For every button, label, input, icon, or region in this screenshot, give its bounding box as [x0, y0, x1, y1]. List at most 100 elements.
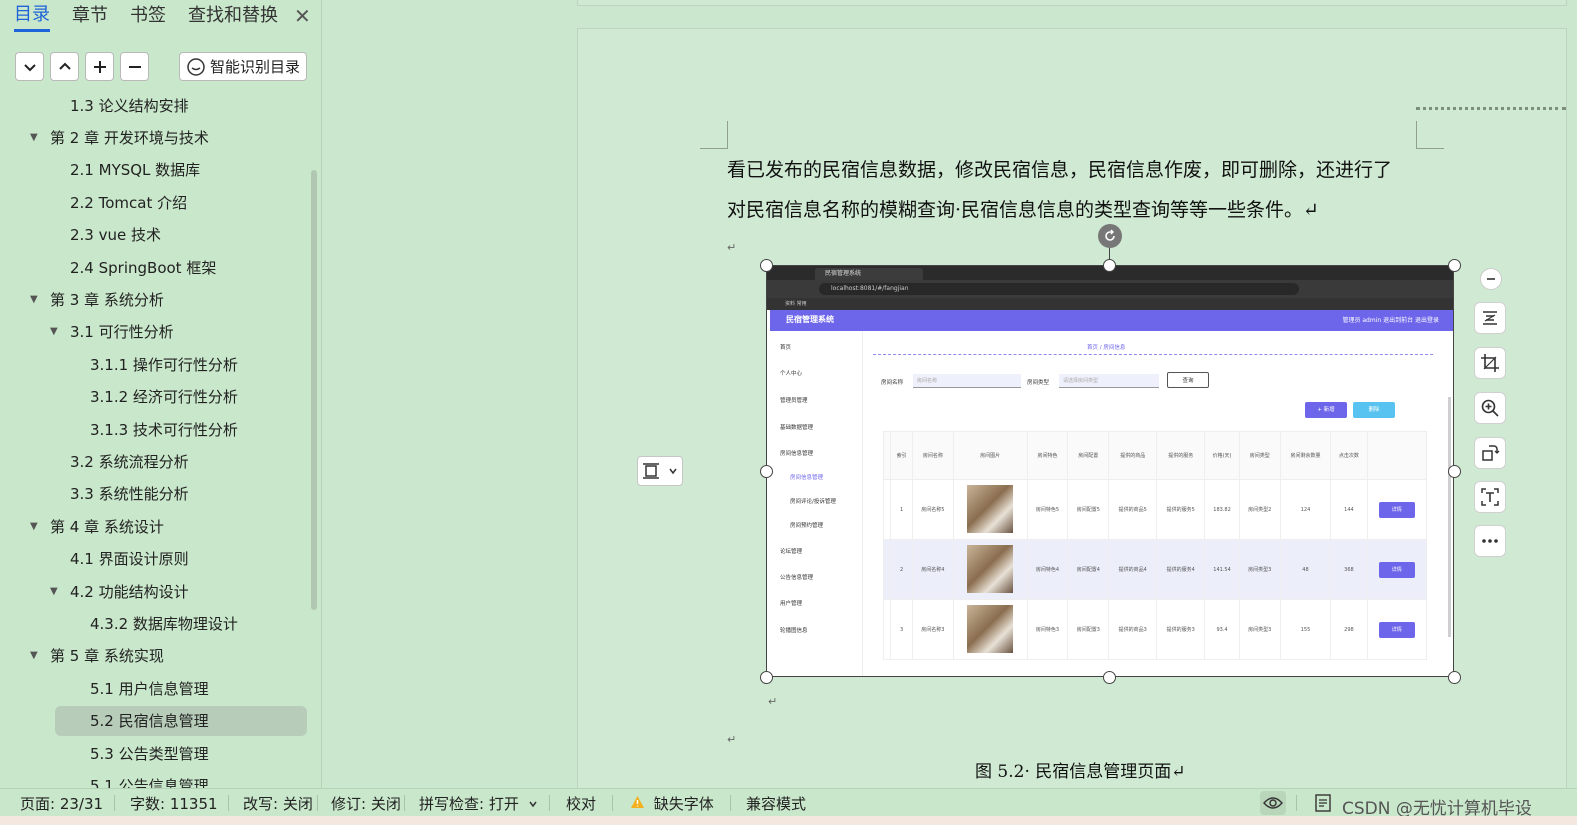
divider: [317, 795, 318, 811]
toc-item[interactable]: 3.2 系统流程分析: [70, 446, 189, 476]
paragraph-line-1[interactable]: 看已发布的民宿信息数据，修改民宿信息，民宿信息作废，即可删除，还进行了: [727, 155, 1392, 182]
toc-item[interactable]: ▼ 第 3 章 系统分析: [30, 284, 164, 314]
divider: [612, 795, 613, 811]
text-wrap-button[interactable]: [637, 456, 683, 486]
expand-toggle-icon[interactable]: ▼: [30, 294, 42, 305]
toc-item[interactable]: ▼ 第 2 章 开发环境与技术: [30, 122, 209, 152]
figure-caption[interactable]: 图 5.2· 民宿信息管理页面↵: [975, 757, 1186, 782]
compat-mode: 兼容模式: [746, 795, 807, 813]
table-cell: 房间名称3: [911, 599, 954, 660]
resize-handle[interactable]: [1448, 671, 1461, 684]
toc-item[interactable]: 3.1.1 操作可行性分析: [90, 349, 238, 379]
toc-item[interactable]: 2.1 MYSQL 数据库: [70, 155, 200, 185]
divider: [1296, 795, 1297, 811]
navigation-pane: 目录 章节 书签 查找和替换 ✕ 智能识别目录 1.3 论义结构安排 ▼ 第 2 章…: [0, 0, 322, 788]
expand-toggle-icon[interactable]: ▼: [30, 650, 42, 661]
table-header-cell: 点击次数: [1330, 431, 1368, 480]
remove-heading-button[interactable]: [120, 52, 149, 81]
toc-item[interactable]: 5.1 用户信息管理: [90, 673, 209, 703]
warning-icon: [631, 796, 644, 808]
toc-item-label: 第 3 章 系统分析: [50, 290, 164, 309]
ocr-text-icon: [1481, 488, 1499, 506]
toc-item[interactable]: 2.3 vue 技术: [70, 220, 161, 250]
proofread-button[interactable]: 校对: [566, 793, 596, 814]
overtype-toggle[interactable]: 改写: 关闭: [243, 793, 313, 814]
table-header-cell: 房间名称: [911, 431, 954, 480]
toc-item-label: 5.1 用户信息管理: [90, 679, 209, 698]
browser-address-bar: localhost:8081/#/fangjian: [767, 280, 1453, 298]
tab-chapters[interactable]: 章节: [72, 2, 108, 30]
toc-item[interactable]: 5.3 公告类型管理: [90, 738, 209, 768]
page-indicator[interactable]: 页面: 23/31: [20, 793, 103, 814]
revision-toggle[interactable]: 修订: 关闭: [331, 793, 401, 814]
word-count[interactable]: 字数: 11351: [130, 793, 218, 814]
toc-item[interactable]: 2.2 Tomcat 介绍: [70, 187, 187, 217]
embedded-screenshot[interactable]: 民宿管理系统 localhost:8081/#/fangjian 资料 常用 民…: [766, 265, 1454, 677]
toc-item[interactable]: 1.3 论义结构安排: [70, 92, 189, 120]
toc-item[interactable]: 3.3 系统性能分析: [70, 479, 189, 509]
chevron-down-icon: [669, 468, 677, 475]
resize-handle[interactable]: [1103, 671, 1116, 684]
zoom-button[interactable]: [1474, 392, 1506, 424]
crop-button[interactable]: [1474, 347, 1506, 379]
toc-item[interactable]: 4.1 界面设计原则: [70, 544, 189, 574]
layout-options-button[interactable]: [1474, 302, 1506, 334]
toc-item[interactable]: ▼ 第 5 章 系统实现: [30, 641, 164, 671]
tab-find-replace[interactable]: 查找和替换: [188, 2, 278, 30]
close-icon[interactable]: ✕: [294, 4, 311, 28]
spellcheck-toggle[interactable]: 拼写检查: 打开: [419, 793, 538, 814]
resize-handle[interactable]: [1448, 465, 1461, 478]
collapse-up-button[interactable]: [50, 52, 79, 81]
page-view-icon[interactable]: [1310, 791, 1336, 815]
table-cell: 1: [890, 479, 913, 540]
toc-item[interactable]: ▼ 4.2 功能结构设计: [50, 576, 189, 606]
room-image-cell: [952, 539, 1028, 600]
resize-handle[interactable]: [760, 671, 773, 684]
toc-item[interactable]: 5.1 公告信息管理: [90, 770, 209, 788]
app-header: 民宿管理系统 管理员 admin 退出到前台 退出登录: [770, 310, 1453, 331]
more-options-button[interactable]: [1474, 525, 1506, 557]
minus-icon: [128, 65, 141, 68]
tab-toc[interactable]: 目录: [14, 1, 50, 32]
add-heading-button[interactable]: [85, 52, 114, 81]
resize-handle[interactable]: [1448, 259, 1461, 272]
eye-protection-icon[interactable]: [1260, 791, 1286, 815]
table-header-cell: 提供的服务: [1156, 431, 1206, 480]
table-cell: 房间名称4: [911, 539, 954, 600]
resize-handle[interactable]: [760, 465, 773, 478]
table-header-cell: 房间类型: [1238, 431, 1281, 480]
resize-handle[interactable]: [760, 259, 773, 272]
expand-toggle-icon[interactable]: ▼: [30, 521, 42, 532]
table-cell: 48: [1279, 539, 1332, 600]
table-cell: 提供的商品4: [1108, 539, 1158, 600]
paragraph-line-2[interactable]: 对民宿信息名称的模糊查询·民宿信息信息的类型查询等等一些条件。↵: [727, 195, 1319, 222]
toc-item[interactable]: 3.1.2 经济可行性分析: [90, 382, 238, 412]
expand-toggle-icon[interactable]: ▼: [50, 586, 62, 597]
rotate-handle-icon[interactable]: [1098, 224, 1122, 248]
toc-item[interactable]: ▼ 第 4 章 系统设计: [30, 511, 164, 541]
resize-handle[interactable]: [1103, 259, 1116, 272]
extract-text-button[interactable]: [1474, 481, 1506, 513]
app-menu-item: 轮播图信息: [780, 628, 808, 634]
toc-item[interactable]: 2.4 SpringBoot 框架: [70, 252, 216, 282]
toc-item[interactable]: ▼ 3.1 可行性分析: [50, 317, 174, 347]
room-image-cell: [952, 599, 1028, 660]
missing-font-button[interactable]: 缺失字体: [630, 793, 714, 814]
browser-bookmarks: 资料 常用: [767, 298, 1453, 310]
smart-toc-button[interactable]: 智能识别目录: [179, 52, 307, 81]
chevron-down-icon: [529, 801, 537, 808]
window-bottom-edge: [0, 816, 1577, 825]
table-cell: 183.82: [1204, 479, 1240, 540]
collapse-toolbar-button[interactable]: [1480, 268, 1502, 290]
expand-toggle-icon[interactable]: ▼: [30, 132, 42, 143]
rotate-image-button[interactable]: [1474, 437, 1506, 469]
expand-down-button[interactable]: [15, 52, 44, 81]
toc-item[interactable]: 5.2 民宿信息管理: [55, 705, 307, 736]
app-menu-item: 管理员管理: [780, 398, 808, 404]
toc-item[interactable]: 4.3.2 数据库物理设计: [90, 608, 238, 638]
expand-toggle-icon[interactable]: ▼: [50, 326, 62, 337]
zoom-in-icon: [1481, 399, 1499, 417]
tab-bookmarks[interactable]: 书签: [130, 2, 166, 30]
toc-item[interactable]: 3.1.3 技术可行性分析: [90, 414, 238, 444]
toc-scrollbar[interactable]: [311, 170, 317, 610]
